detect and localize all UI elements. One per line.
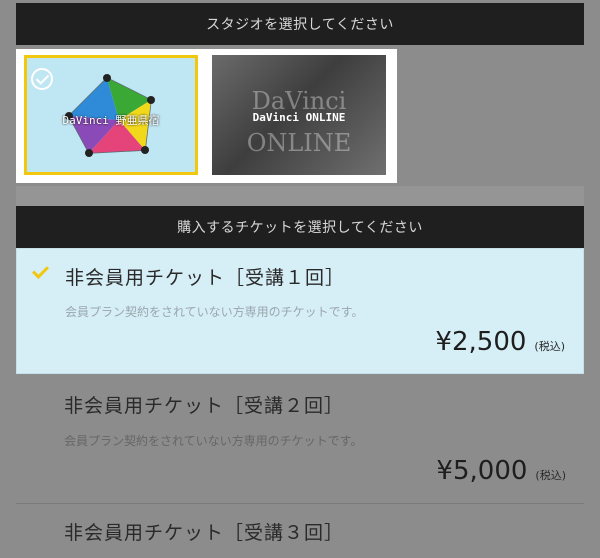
watermark-line-2: ONLINE	[246, 129, 352, 157]
section-divider	[16, 186, 584, 206]
tax-note: (税込)	[535, 469, 566, 482]
studio-card-online[interactable]: DaVinci ONLINE DaVinci ONLINE	[212, 55, 386, 175]
price-value: ¥5,000	[436, 456, 528, 486]
ticket-description: 会員プラン契約をされていない方専用のチケットです。	[64, 434, 363, 448]
price-value: ¥2,500	[435, 327, 527, 357]
studio-name-label: DaVinci ONLINE	[252, 111, 346, 124]
tax-note: (税込)	[534, 340, 565, 353]
ticket-price: ¥2,500 (税込)	[435, 327, 565, 357]
check-icon	[31, 263, 49, 281]
studio-section-header: スタジオを選択してください	[16, 3, 584, 45]
ticket-title: 非会員用チケット［受講３回］	[64, 522, 345, 544]
studio-list: DaVinci 野亜県宿 DaVinci ONLINE DaVinci ONLI…	[16, 49, 397, 183]
studio-card-davinci[interactable]: DaVinci 野亜県宿	[24, 55, 198, 175]
ticket-description: 会員プラン契約をされていない方専用のチケットです。	[65, 305, 364, 319]
ticket-title: 非会員用チケット［受講１回］	[65, 267, 346, 289]
ticket-option[interactable]: 非会員用チケット［受講１回］ 会員プラン契約をされていない方専用のチケットです。…	[16, 248, 584, 374]
watermark-line-1: DaVinci	[251, 87, 347, 115]
ticket-title: 非会員用チケット［受講２回］	[64, 395, 345, 417]
ticket-price: ¥5,000 (税込)	[436, 456, 566, 486]
ticket-option[interactable]: 非会員用チケット［受講２回］ 会員プラン契約をされていない方専用のチケットです。…	[16, 376, 584, 504]
ticket-option[interactable]: 非会員用チケット［受講３回］	[16, 505, 584, 558]
studio-name-label: DaVinci 野亜県宿	[62, 114, 160, 127]
selected-check-icon	[31, 68, 53, 90]
ticket-section-header: 購入するチケットを選択してください	[16, 206, 584, 248]
